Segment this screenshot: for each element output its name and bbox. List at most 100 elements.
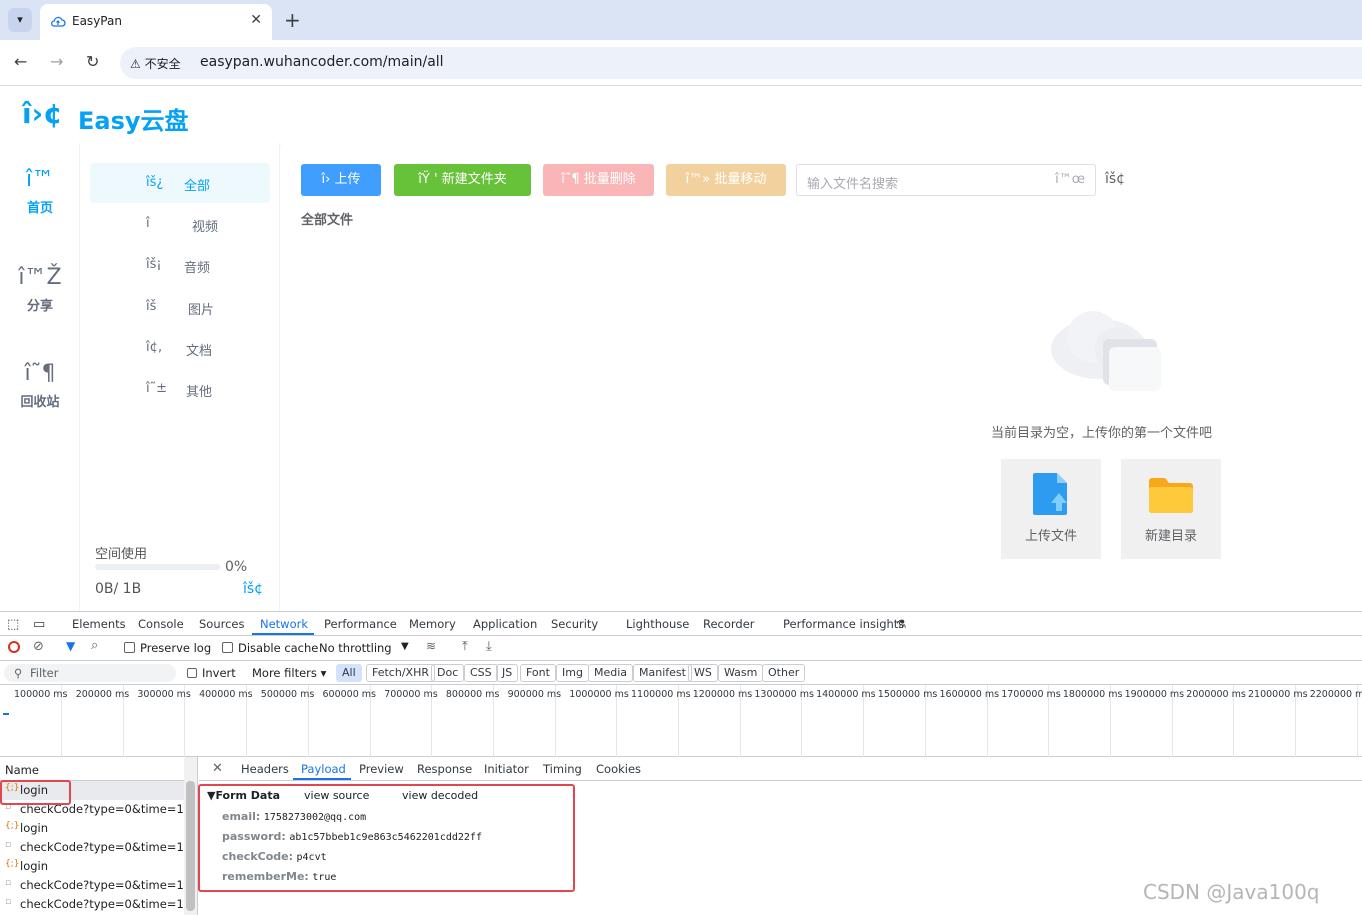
timeline-tick-label: 400000 ms <box>199 689 253 700</box>
batch-delete-button[interactable]: î˜¶ 批量删除 <box>543 164 654 196</box>
timeline-tick-label: 2200000 ms <box>1309 689 1362 700</box>
throttling-select[interactable]: No throttling <box>319 641 392 655</box>
back-icon[interactable]: ← <box>14 52 27 71</box>
nav-home[interactable]: î™ 首页 <box>0 165 80 216</box>
close-tab-icon[interactable]: ✕ <box>250 12 262 28</box>
tab-timing[interactable]: Timing <box>543 762 582 776</box>
inspect-element-icon[interactable]: ⬚ <box>7 617 19 632</box>
category-doc[interactable]: î¢‚ 文档 <box>90 328 270 368</box>
preserve-log-label: Preserve log <box>140 641 212 655</box>
filter-media[interactable]: Media <box>588 664 634 682</box>
category-image[interactable]: îš 图片 <box>90 287 270 327</box>
address-bar[interactable]: ⚠ 不安全 easypan.wuhancoder.com/main/all <box>120 47 1362 79</box>
timeline-tick-label: 900000 ms <box>507 689 562 700</box>
filter-funnel-icon[interactable]: ▼ <box>66 639 75 653</box>
logo-icon: î›¢ <box>22 97 63 130</box>
upload-button[interactable]: î› 上传 <box>301 164 381 196</box>
filter-css[interactable]: CSS <box>464 664 498 682</box>
request-row[interactable]: ▫ checkCode?type=0&time=17... <box>0 895 184 914</box>
filter-other[interactable]: Other <box>762 664 806 682</box>
category-all[interactable]: îš¿ 全部 <box>90 163 270 203</box>
tab-application[interactable]: Application <box>473 617 537 631</box>
tab-response[interactable]: Response <box>417 762 472 776</box>
network-conditions-icon[interactable]: ≋ <box>426 639 436 653</box>
filter-js[interactable]: JS <box>496 664 519 682</box>
tab-performance-insights[interactable]: Performance insights <box>783 617 904 631</box>
browser-tab[interactable]: EasyPan ✕ <box>40 4 272 40</box>
tab-initiator[interactable]: Initiator <box>484 762 529 776</box>
tab-memory[interactable]: Memory <box>409 617 456 631</box>
tab-console[interactable]: Console <box>138 617 184 631</box>
more-filters-button[interactable]: More filters ▾ <box>252 666 326 680</box>
tab-cookies[interactable]: Cookies <box>596 762 641 776</box>
refresh-icon[interactable]: îš¢ <box>1105 171 1125 187</box>
search-icon[interactable]: ⌕ <box>91 638 98 653</box>
import-har-icon[interactable]: ⤒ <box>462 639 468 654</box>
nav-recycle[interactable]: î˜¶ 回收站 <box>0 359 80 410</box>
tab-recorder[interactable]: Recorder <box>703 617 755 631</box>
active-tab-indicator <box>252 633 314 635</box>
device-toolbar-icon[interactable]: ▭ <box>33 617 45 632</box>
insecure-badge[interactable]: ⚠ 不安全 <box>130 55 181 72</box>
image-icon: îš <box>146 299 157 314</box>
request-row[interactable]: {;} login <box>0 819 184 838</box>
filter-all[interactable]: All <box>336 664 362 682</box>
new-directory-card[interactable]: 新建目录 <box>1121 459 1221 559</box>
filter-manifest[interactable]: Manifest <box>633 664 692 682</box>
nav-share[interactable]: î™Ž 分享 <box>0 263 80 314</box>
filter-img[interactable]: Img <box>556 664 589 682</box>
filter-ws[interactable]: WS <box>688 664 718 682</box>
timeline-tick-label: 1400000 ms <box>816 689 876 700</box>
timeline-tick-label: 500000 ms <box>260 689 315 700</box>
other-icon: î˜± <box>146 381 168 396</box>
filter-font[interactable]: Font <box>520 664 556 682</box>
tab-lighthouse[interactable]: Lighthouse <box>626 617 689 631</box>
forward-icon[interactable]: → <box>50 52 63 71</box>
browser-toolbar: ← → ↻ ⚠ 不安全 easypan.wuhancoder.com/main/… <box>0 40 1362 86</box>
scrollbar-thumb[interactable] <box>186 781 195 911</box>
tab-sources[interactable]: Sources <box>199 617 245 631</box>
upload-file-card[interactable]: 上传文件 <box>1001 459 1101 559</box>
tab-security[interactable]: Security <box>551 617 598 631</box>
request-row[interactable]: ▫ checkCode?type=0&time=17... <box>0 876 184 895</box>
record-icon[interactable] <box>8 641 20 653</box>
network-timeline[interactable]: 100000 ms 200000 ms 300000 ms 400000 ms 5000… <box>0 685 1362 757</box>
disable-cache-checkbox[interactable] <box>222 642 233 653</box>
request-list-scrollbar[interactable] <box>184 757 197 915</box>
url-text[interactable]: easypan.wuhancoder.com/main/all <box>200 54 444 70</box>
close-detail-icon[interactable]: ✕ <box>212 761 223 776</box>
tab-search-button[interactable]: ▾ <box>8 8 32 32</box>
filter-wasm[interactable]: Wasm <box>718 664 764 682</box>
filter-doc[interactable]: Doc <box>431 664 465 682</box>
preserve-log-checkbox[interactable] <box>124 642 135 653</box>
tab-payload[interactable]: Payload <box>301 762 346 776</box>
filter-fetch-xhr[interactable]: Fetch/XHR <box>366 664 435 682</box>
request-row[interactable]: {;} login <box>0 857 184 876</box>
category-other[interactable]: î˜± 其他 <box>90 369 270 409</box>
name-column-header[interactable]: Name ▲ <box>0 757 198 781</box>
tab-preview[interactable]: Preview <box>359 762 404 776</box>
empty-cloud-icon <box>1051 311 1161 391</box>
reload-icon[interactable]: ↻ <box>86 52 99 71</box>
clear-icon[interactable]: ⊘ <box>33 639 44 654</box>
timeline-tick-label: 1200000 ms <box>692 689 753 700</box>
timeline-tick-label: 700000 ms <box>384 689 438 700</box>
chevron-down-icon[interactable]: ▼ <box>401 641 409 652</box>
search-icon[interactable]: î™œ <box>1055 172 1085 187</box>
tab-elements[interactable]: Elements <box>72 617 126 631</box>
timeline-tick-label: 1600000 ms <box>939 689 1000 700</box>
refresh-space-icon[interactable]: îš¢ <box>243 581 263 597</box>
tab-network[interactable]: Network <box>260 617 308 631</box>
category-video[interactable]: î 视频 <box>90 204 270 244</box>
request-row[interactable]: ▫ checkCode?type=0&time=17... <box>0 838 184 857</box>
category-audio[interactable]: îš¡ 音频 <box>90 245 270 285</box>
export-har-icon[interactable]: ⤓ <box>486 639 492 654</box>
new-tab-icon[interactable]: + <box>284 8 301 32</box>
filter-input[interactable]: ⚲ Filter <box>4 664 176 682</box>
batch-move-button[interactable]: î™» 批量移动 <box>666 164 786 196</box>
search-input[interactable]: 输入文件名搜索 î™œ <box>796 164 1096 196</box>
invert-checkbox[interactable] <box>187 668 197 678</box>
new-folder-button[interactable]: îŸ ' 新建文件夹 <box>394 164 531 196</box>
tab-headers[interactable]: Headers <box>241 762 289 776</box>
tab-performance[interactable]: Performance <box>324 617 397 631</box>
